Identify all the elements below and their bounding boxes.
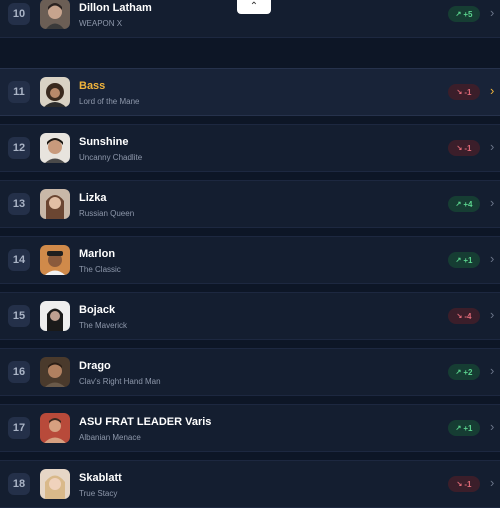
- chevron-right-icon[interactable]: ›: [490, 83, 494, 98]
- rank-change-badge: ↘ -1: [448, 476, 480, 492]
- chevron-right-icon[interactable]: ›: [490, 475, 494, 490]
- rank-change-badge: ↘ -1: [448, 140, 480, 156]
- rank-badge: 15: [8, 305, 30, 327]
- player-name: ASU FRAT LEADER Varis: [79, 416, 212, 428]
- player-title: Lord of the Mane: [79, 97, 140, 106]
- rank-change-value: -1: [464, 479, 472, 489]
- chevron-right-icon[interactable]: ›: [490, 363, 494, 378]
- leaderboard-row[interactable]: 11 Bass Lord of the Mane ↘ -1 ›: [0, 68, 500, 116]
- avatar: [40, 301, 70, 331]
- rank-change-value: +1: [463, 423, 473, 433]
- rank-change-value: -4: [464, 311, 472, 321]
- avatar: [40, 469, 70, 499]
- rank-badge: 14: [8, 249, 30, 271]
- rank-change-badge: ↘ -4: [448, 308, 480, 324]
- player-name: Dillon Latham: [79, 2, 152, 14]
- avatar: [40, 77, 70, 107]
- avatar: [40, 133, 70, 163]
- player-name: Lizka: [79, 192, 107, 204]
- avatar: [40, 189, 70, 219]
- rank-change-badge: ↗ +5: [448, 6, 480, 22]
- leaderboard-row[interactable]: 15 Bojack The Maverick ↘ -4 ›: [0, 292, 500, 340]
- rank-change-value: +2: [463, 367, 473, 377]
- rank-change-badge: ↗ +1: [448, 252, 480, 268]
- chevron-right-icon[interactable]: ›: [490, 419, 494, 434]
- rank-change-badge: ↗ +2: [448, 364, 480, 380]
- rank-badge: 16: [8, 361, 30, 383]
- player-title: True Stacy: [79, 489, 118, 498]
- rank-badge: 12: [8, 137, 30, 159]
- player-name: Sunshine: [79, 136, 129, 148]
- rank-badge: 17: [8, 417, 30, 439]
- player-title: WEAPON X: [79, 19, 123, 28]
- rank-badge: 10: [8, 3, 30, 25]
- trending-up-icon: ↗: [455, 369, 462, 376]
- chevron-right-icon[interactable]: ›: [490, 251, 494, 266]
- player-title: Uncanny Chadlite: [79, 153, 143, 162]
- leaderboard-row[interactable]: 13 Lizka Russian Queen ↗ +4 ›: [0, 180, 500, 228]
- trending-up-icon: ↗: [455, 11, 462, 18]
- player-name: Drago: [79, 360, 111, 372]
- leaderboard-row[interactable]: 18 Skablatt True Stacy ↘ -1 ›: [0, 460, 500, 508]
- player-name: Bass: [79, 80, 106, 92]
- player-name: Skablatt: [79, 472, 122, 484]
- leaderboard-row[interactable]: 17 ASU FRAT LEADER Varis Albanian Menace…: [0, 404, 500, 452]
- trending-down-icon: ↘: [456, 313, 463, 320]
- rank-change-badge: ↗ +1: [448, 420, 480, 436]
- rank-change-value: -1: [464, 143, 472, 153]
- chevron-right-icon[interactable]: ›: [490, 5, 494, 20]
- avatar: [40, 357, 70, 387]
- chevron-right-icon[interactable]: ›: [490, 139, 494, 154]
- chevron-right-icon[interactable]: ›: [490, 195, 494, 210]
- rank-badge: 13: [8, 193, 30, 215]
- player-title: Albanian Menace: [79, 433, 141, 442]
- avatar: [40, 413, 70, 443]
- rank-change-value: +5: [463, 9, 473, 19]
- rank-change-value: +4: [463, 199, 473, 209]
- rank-change-badge: ↗ +4: [448, 196, 480, 212]
- trending-up-icon: ↗: [455, 257, 462, 264]
- chevron-right-icon[interactable]: ›: [490, 307, 494, 322]
- leaderboard-list: 10 Dillon Latham WEAPON X ↗ +5 › 11 Bass…: [0, 0, 500, 508]
- avatar: [40, 245, 70, 275]
- trending-down-icon: ↘: [456, 481, 463, 488]
- trending-down-icon: ↘: [456, 89, 463, 96]
- rank-badge: 11: [8, 81, 30, 103]
- leaderboard-row[interactable]: 14 Marlon The Classic ↗ +1 ›: [0, 236, 500, 284]
- player-name: Marlon: [79, 248, 116, 260]
- chevron-up-icon: ⌃: [249, 1, 259, 12]
- trending-up-icon: ↗: [455, 425, 462, 432]
- player-title: The Maverick: [79, 321, 128, 330]
- avatar: [40, 0, 70, 29]
- rank-change-value: -1: [464, 87, 472, 97]
- rank-badge: 18: [8, 473, 30, 495]
- leaderboard-row[interactable]: 16 Drago Clav's Right Hand Man ↗ +2 ›: [0, 348, 500, 396]
- leaderboard-row[interactable]: 12 Sunshine Uncanny Chadlite ↘ -1 ›: [0, 124, 500, 172]
- player-name: Bojack: [79, 304, 116, 316]
- player-title: Russian Queen: [79, 209, 135, 218]
- trending-down-icon: ↘: [456, 145, 463, 152]
- rank-change-badge: ↘ -1: [448, 84, 480, 100]
- player-title: Clav's Right Hand Man: [79, 377, 161, 386]
- player-title: The Classic: [79, 265, 121, 274]
- trending-up-icon: ↗: [455, 201, 462, 208]
- rank-change-value: +1: [463, 255, 473, 265]
- collapse-button[interactable]: ⌃: [237, 0, 271, 14]
